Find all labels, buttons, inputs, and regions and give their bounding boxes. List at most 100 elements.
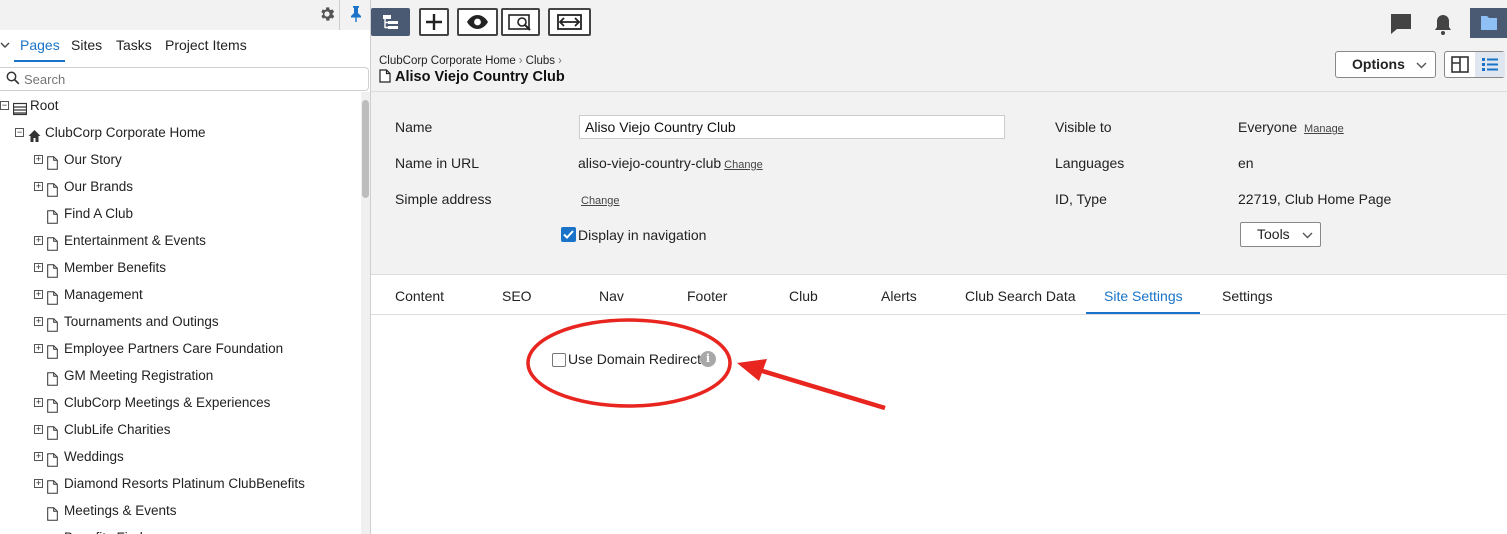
display-in-navigation-label[interactable]: Display in navigation [578, 227, 706, 243]
tree-node[interactable]: + Diamond Resorts Platinum ClubBenefits [0, 470, 360, 497]
tab-seo[interactable]: SEO [502, 288, 532, 304]
expand-icon[interactable]: + [34, 425, 43, 434]
bell-icon[interactable] [1431, 12, 1455, 36]
chevron-right-icon: › [558, 55, 562, 67]
tab-site-settings[interactable]: Site Settings [1104, 288, 1183, 304]
breadcrumb-item[interactable]: ClubCorp Corporate Home [379, 55, 516, 67]
tree-node[interactable]: + Entertainment & Events [0, 227, 360, 254]
list-view-button[interactable] [1475, 52, 1505, 77]
tab-sites[interactable]: Sites [71, 37, 102, 53]
breadcrumb-item[interactable]: Clubs [526, 55, 555, 67]
tree-scrollbar[interactable] [361, 92, 370, 534]
tree-node-label: Meetings & Events [64, 503, 177, 518]
tree-node[interactable]: + Tournaments and Outings [0, 308, 360, 335]
page-icon [47, 395, 58, 413]
annotation-overlay [526, 318, 886, 411]
tree-node[interactable]: − ClubCorp Corporate Home [0, 119, 360, 146]
tab-footer[interactable]: Footer [687, 288, 727, 304]
tab-pages[interactable]: Pages [20, 37, 60, 53]
tree-node[interactable]: + Weddings [0, 443, 360, 470]
list-icon [1482, 58, 1498, 71]
chevron-down-icon[interactable] [0, 39, 10, 53]
tab-alerts[interactable]: Alerts [881, 288, 917, 304]
expand-icon[interactable]: + [34, 344, 43, 353]
change-simple-address-link[interactable]: Change [581, 195, 620, 207]
use-domain-redirect-label[interactable]: Use Domain Redirect [568, 351, 701, 367]
tab-content[interactable]: Content [395, 288, 444, 304]
hierarchy-icon [383, 15, 398, 29]
tree-node[interactable]: + ClubLife Charities [0, 416, 360, 443]
comment-icon[interactable] [1389, 12, 1413, 36]
tab-nav[interactable]: Nav [599, 288, 624, 304]
page-icon [47, 233, 58, 251]
page-icon [47, 530, 58, 534]
expand-icon[interactable]: + [34, 479, 43, 488]
page-icon [47, 287, 58, 305]
expand-icon[interactable]: + [34, 452, 43, 461]
page-properties: Name Name in URL aliso-viejo-country-clu… [371, 92, 1507, 275]
tree-node[interactable]: Find A Club [0, 200, 360, 227]
tab-tasks[interactable]: Tasks [116, 37, 152, 53]
folder-icon [1481, 16, 1497, 30]
main-toolbar [371, 0, 1507, 44]
tree-search [0, 67, 369, 91]
divider [339, 0, 340, 30]
collapse-icon[interactable]: − [0, 101, 9, 110]
page-icon [47, 179, 58, 197]
tree-node[interactable]: Benefits Finder [0, 524, 360, 534]
tab-settings[interactable]: Settings [1222, 288, 1273, 304]
tools-dropdown[interactable]: Tools [1240, 222, 1321, 247]
collapse-icon[interactable]: − [15, 128, 24, 137]
tree-node[interactable]: + ClubCorp Meetings & Experiences [0, 389, 360, 416]
page-icon [47, 260, 58, 278]
tree-node-label: Our Brands [64, 179, 134, 194]
active-tab-indicator [1086, 312, 1200, 314]
display-in-navigation-checkbox[interactable] [561, 227, 576, 242]
use-domain-redirect-checkbox[interactable] [552, 353, 566, 367]
gear-icon[interactable] [317, 5, 337, 25]
tree-view-button[interactable] [371, 8, 410, 36]
tab-club-search-data[interactable]: Club Search Data [965, 288, 1076, 304]
expand-icon[interactable]: + [34, 236, 43, 245]
home-icon [28, 125, 41, 142]
site-settings-panel: Use Domain Redirect i [371, 316, 1507, 534]
add-page-button[interactable] [419, 8, 449, 36]
change-url-link[interactable]: Change [724, 159, 763, 171]
tab-project-items[interactable]: Project Items [165, 37, 247, 53]
tree-node-label: Member Benefits [64, 260, 167, 275]
tree-node-label: ClubCorp Meetings & Experiences [64, 395, 271, 410]
name-field[interactable] [579, 115, 1005, 139]
info-icon[interactable]: i [700, 351, 716, 367]
view-on-site-button[interactable] [501, 8, 540, 36]
tree-node[interactable]: + Our Brands [0, 173, 360, 200]
tree-node[interactable]: + Our Story [0, 146, 360, 173]
split-view-button[interactable] [1445, 52, 1475, 77]
tree-node-label: Find A Club [64, 206, 134, 221]
arrow-head [737, 359, 767, 381]
expand-icon[interactable]: + [34, 182, 43, 191]
tree-node[interactable]: − Root [0, 92, 360, 119]
preview-button[interactable] [457, 8, 498, 36]
tree-node-label: GM Meeting Registration [64, 368, 214, 383]
tree-node[interactable]: GM Meeting Registration [0, 362, 360, 389]
tab-club[interactable]: Club [789, 288, 818, 304]
expand-icon[interactable]: + [34, 398, 43, 407]
search-input[interactable] [24, 70, 354, 88]
tools-label: Tools [1257, 226, 1290, 242]
tree-node[interactable]: + Employee Partners Care Foundation [0, 335, 360, 362]
manage-access-link[interactable]: Manage [1304, 123, 1344, 135]
tree-node[interactable]: + Member Benefits [0, 254, 360, 281]
pin-icon[interactable] [346, 5, 366, 25]
compare-button[interactable] [548, 8, 591, 36]
folder-button[interactable] [1470, 8, 1507, 38]
expand-icon[interactable]: + [34, 317, 43, 326]
expand-icon[interactable]: + [34, 155, 43, 164]
tree-node[interactable]: + Management [0, 281, 360, 308]
expand-icon[interactable]: + [34, 290, 43, 299]
tree-node[interactable]: Meetings & Events [0, 497, 360, 524]
visible-to-label: Visible to [1055, 119, 1112, 135]
options-button[interactable]: Options [1335, 51, 1436, 78]
expand-icon[interactable]: + [34, 263, 43, 272]
tree-node-label: Diamond Resorts Platinum ClubBenefits [64, 476, 305, 491]
scrollbar-thumb[interactable] [362, 100, 369, 198]
